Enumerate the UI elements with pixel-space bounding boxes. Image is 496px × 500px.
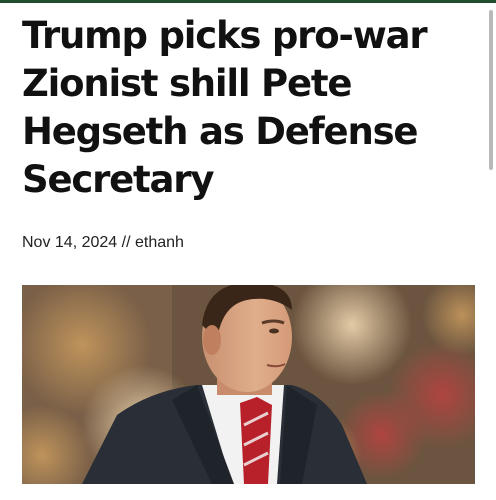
article-author[interactable]: ethanh: [135, 234, 184, 251]
hero-photo-icon: [22, 285, 475, 484]
byline-separator: //: [121, 234, 131, 251]
top-accent-bar: [0, 0, 496, 3]
hero-image[interactable]: [22, 285, 475, 484]
article-byline: Nov 14, 2024 // ethanh: [22, 234, 184, 252]
article-headline: Trump picks pro-war Zionist shill Pete H…: [22, 14, 428, 201]
article-date: Nov 14, 2024: [22, 234, 118, 251]
scrollbar[interactable]: [489, 10, 493, 170]
